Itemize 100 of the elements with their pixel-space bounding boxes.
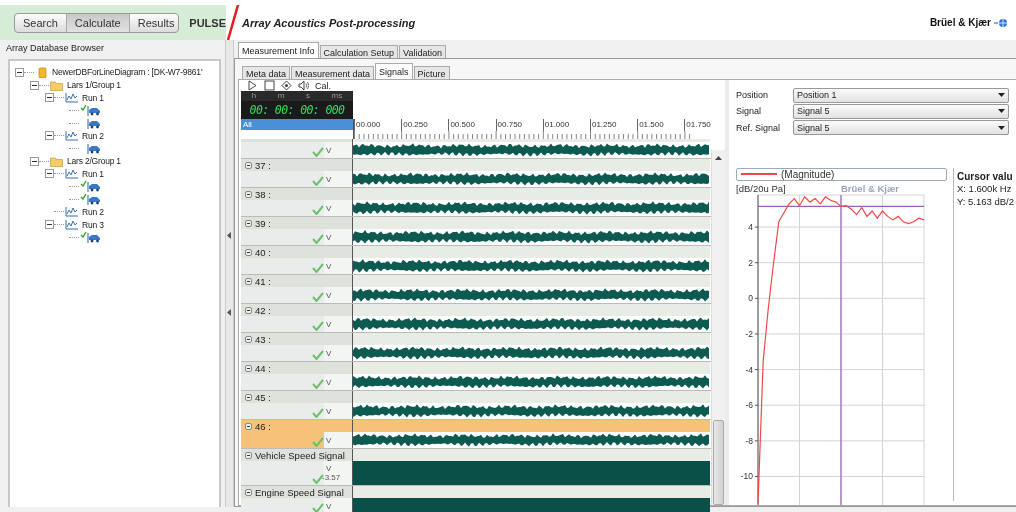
unit-label: V (326, 145, 333, 155)
signal-row[interactable]: 42 : V (241, 304, 711, 333)
cursor-y-value: Y: 5.163 dB/2 (957, 195, 1015, 208)
tree-item[interactable]: Run 2 (82, 206, 104, 217)
calibrate-button[interactable]: Cal. (315, 80, 331, 91)
signal-row[interactable]: 43 : V (241, 333, 711, 362)
field-label: Signal (736, 106, 763, 117)
collapse-icon[interactable] (245, 393, 252, 401)
tree-item[interactable]: Run 3 (82, 219, 104, 230)
tab[interactable]: Calculation Setup (319, 45, 399, 58)
tab[interactable]: Validation (399, 45, 446, 58)
y-tick-label: 0 (748, 293, 753, 304)
tree-item[interactable]: Run 2 (82, 130, 104, 141)
tab[interactable]: Measurement data (291, 66, 375, 79)
tree-item[interactable]: Lars 1/Group 1 (67, 80, 121, 91)
scrollbar-thumb[interactable] (713, 420, 724, 505)
expander-icon[interactable] (45, 220, 54, 230)
collapse-icon[interactable] (245, 248, 252, 256)
cursor-x-value: X: 1.600k Hz (957, 182, 1013, 195)
time-tick-label: 01.250 (589, 119, 638, 131)
signal-row[interactable]: 37 : V (241, 159, 711, 188)
scrollbar[interactable] (711, 150, 725, 505)
expander-icon[interactable] (45, 131, 54, 141)
caret-icon (998, 93, 1005, 98)
unit-label: V (326, 203, 333, 213)
signal-row[interactable]: 40 : V (241, 246, 711, 275)
tab[interactable]: Meta data (242, 66, 291, 79)
collapse-icon[interactable] (245, 161, 252, 169)
brand-logo-text: Brüel & Kjær (929, 17, 991, 28)
collapse-icon[interactable] (245, 488, 252, 496)
car-icon (87, 193, 101, 205)
signal-row[interactable]: 39 : V (241, 217, 711, 246)
run-icon (65, 206, 79, 218)
expander-icon[interactable] (30, 156, 39, 166)
collapse-icon[interactable] (245, 422, 252, 430)
car-icon (87, 181, 101, 193)
unit-label: V (326, 261, 333, 271)
signal-row[interactable]: 46 : V (241, 420, 711, 449)
tree-item[interactable]: NewerDBForLineDiagram : [DK-W7-9861' (52, 67, 203, 78)
dropdown[interactable]: Signal 5 (793, 104, 1009, 119)
collapse-icon[interactable] (245, 190, 252, 198)
nav-button[interactable]: Search (15, 13, 67, 32)
time-tick-label: 00.250 (401, 119, 449, 131)
folder-icon (50, 79, 64, 91)
channel-label: 41 : (255, 275, 271, 287)
signal-row[interactable]: 44 : V (241, 362, 711, 391)
car-icon (87, 104, 101, 116)
tree-item[interactable]: Run 1 (82, 92, 104, 103)
cursor-line[interactable] (757, 205, 925, 207)
signal-row[interactable]: V (241, 139, 711, 159)
expander-icon[interactable] (30, 80, 39, 90)
channel-label: 44 : (255, 362, 271, 374)
y-tick-label: -10 (740, 471, 753, 482)
nav-button[interactable]: Calculate (66, 13, 130, 32)
dropdown[interactable]: Signal 5 (793, 120, 1009, 136)
time-tick-label: 00.000 (354, 119, 402, 131)
run-icon (65, 219, 79, 231)
signal-row[interactable]: Vehicle Speed Signal V -3.57 (241, 449, 711, 486)
panel-title: Array Database Browser (5, 42, 106, 55)
time-tick-label: 01.500 (637, 119, 685, 131)
car-icon (87, 142, 101, 154)
expander-icon[interactable] (45, 169, 54, 179)
run-icon (65, 92, 79, 104)
time-unit-label: s (306, 91, 310, 101)
signal-row[interactable]: 38 : V (241, 188, 711, 217)
collapse-icon[interactable] (245, 219, 252, 227)
unit-label: V (326, 290, 333, 300)
collapse-icon[interactable] (245, 335, 252, 343)
time-tick-label: 00.750 (495, 119, 543, 131)
expander-icon[interactable] (15, 67, 24, 77)
scroll-up-icon[interactable] (715, 155, 722, 160)
signal-row[interactable]: 45 : V (241, 391, 711, 420)
tab[interactable]: Signals (375, 63, 413, 79)
dropdown[interactable]: Position 1 (793, 87, 1009, 103)
splitter-handle[interactable] (225, 40, 234, 507)
nav-button[interactable]: Results (129, 13, 179, 32)
collapse-icon[interactable] (245, 451, 252, 459)
expander-icon[interactable] (45, 93, 54, 103)
signal-row[interactable]: 41 : V (241, 275, 711, 304)
tree-item[interactable]: Run 1 (82, 168, 104, 179)
play-icon[interactable] (247, 80, 258, 91)
stop-icon[interactable] (264, 80, 275, 91)
tree-item[interactable]: Lars 2/Group 1 (67, 156, 121, 167)
collapse-icon[interactable] (245, 306, 252, 314)
run-icon (65, 130, 79, 142)
signal-row[interactable]: Engine Speed Signal V (241, 486, 711, 512)
tab[interactable]: Picture (413, 66, 450, 79)
collapse-icon[interactable] (245, 277, 252, 285)
collapse-icon[interactable] (245, 364, 252, 372)
car-icon (87, 117, 101, 129)
diamond-icon[interactable] (281, 80, 292, 91)
time-value: 00: 00: 00: 000 (248, 102, 346, 119)
tab[interactable]: Measurement Info (238, 42, 319, 58)
channel-label: 43 : (255, 333, 271, 345)
unit-label: V (326, 348, 333, 358)
folder-icon (50, 155, 64, 167)
speaker-icon[interactable] (298, 80, 309, 91)
app-title: Array Acoustics Post-processing (242, 16, 416, 29)
channel-label: 45 : (255, 391, 271, 403)
product-name: PULSE (189, 16, 226, 29)
